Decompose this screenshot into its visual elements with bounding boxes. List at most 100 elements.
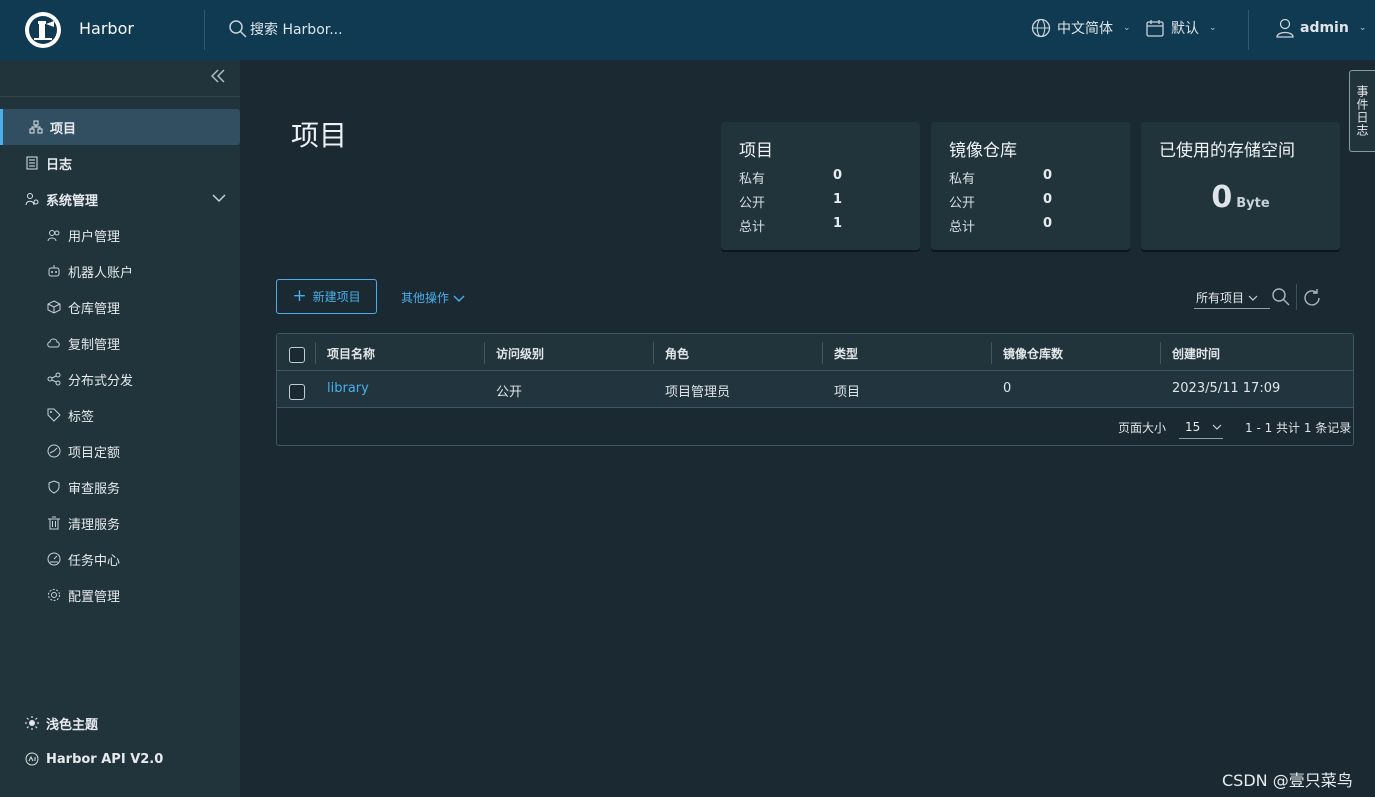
top-header: Harbor 搜索 Harbor... 中文简体 ⌄ 默认 ⌄ admin ⌄ [0, 0, 1375, 60]
harbor-logo-icon[interactable] [24, 11, 62, 49]
users-icon [46, 227, 62, 243]
sidebar-item-projects[interactable]: 项目 [0, 109, 240, 145]
storage-value: 0 Byte [1141, 180, 1340, 215]
column-header[interactable]: 项目名称 [327, 345, 375, 362]
sidebar-item-label: 系统管理 [46, 193, 99, 209]
shield-icon [46, 479, 62, 495]
sidebar-item-label: 项目定额 [68, 445, 121, 461]
language-selector[interactable]: 中文简体 ⌄ [1031, 18, 1131, 38]
sidebar-item-label: 日志 [46, 157, 73, 173]
sun-icon [24, 715, 40, 731]
watermark: CSDN @壹只菜鸟 [1222, 771, 1353, 790]
replication-icon [46, 335, 62, 351]
sidebar-item-label: 清理服务 [68, 517, 121, 533]
card-value: 1 [833, 192, 843, 207]
refresh-icon[interactable] [1302, 287, 1322, 307]
sidebar-item-job-service[interactable]: 任务中心 [0, 541, 240, 577]
select-all-checkbox[interactable] [289, 347, 305, 363]
sidebar-item-label: 标签 [68, 409, 95, 425]
column-header[interactable]: 类型 [834, 345, 858, 362]
sidebar-item-users[interactable]: 用户管理 [0, 217, 240, 253]
collapse-sidebar-button[interactable] [210, 68, 230, 88]
sidebar-item-label: 分布式分发 [68, 373, 134, 389]
global-search[interactable]: 搜索 Harbor... [228, 19, 343, 39]
datetime-format-selector[interactable]: 默认 ⌄ [1145, 18, 1217, 38]
table-cell: 项目管理员 [665, 385, 731, 400]
trash-icon [46, 515, 62, 531]
sidebar-item-label: 项目 [50, 121, 77, 137]
new-project-button[interactable]: + 新建项目 [276, 279, 377, 314]
sidebar-item-label: 任务中心 [68, 553, 121, 569]
row-checkbox[interactable] [289, 384, 305, 400]
table-cell: 项目 [834, 385, 861, 400]
card-label: 总计 [949, 220, 976, 235]
search-icon[interactable] [1271, 287, 1291, 307]
page-size-value: 15 [1185, 419, 1201, 434]
language-label: 中文简体 [1057, 21, 1113, 37]
event-log-drawer-tab[interactable]: 事件日志 [1349, 70, 1375, 152]
theme-toggle[interactable]: 浅色主题 [0, 705, 240, 741]
api-explorer-link[interactable]: Harbor API V2.0 [0, 741, 240, 777]
table-row[interactable]: library 公开 项目管理员 项目 0 2023/5/11 17:09 [277, 371, 1353, 408]
column-header[interactable]: 创建时间 [1172, 345, 1220, 362]
header-divider [204, 10, 205, 50]
tag-icon [46, 407, 62, 423]
storage-unit: Byte [1236, 196, 1270, 211]
card-label: 公开 [739, 196, 766, 211]
new-project-label: 新建项目 [312, 290, 361, 304]
api-icon [24, 751, 40, 767]
sidebar-item-labels[interactable]: 标签 [0, 397, 240, 433]
card-value: 0 [1043, 168, 1053, 183]
storage-number: 0 [1211, 180, 1233, 215]
more-actions-dropdown[interactable]: 其他操作 [401, 289, 465, 306]
page-size-label: 页面大小 [1118, 421, 1167, 435]
plus-icon: + [292, 286, 307, 306]
sidebar-item-label: 审查服务 [68, 481, 121, 497]
card-label: 私有 [949, 172, 976, 187]
projects-table: 项目名称 访问级别 角色 类型 镜像仓库数 创建时间 library 公开 项目… [276, 333, 1354, 446]
chevron-down-icon [212, 194, 226, 203]
card-label: 公开 [949, 196, 976, 211]
sidebar-item-replications[interactable]: 复制管理 [0, 325, 240, 361]
column-separator [1160, 342, 1161, 364]
column-header[interactable]: 镜像仓库数 [1003, 345, 1063, 362]
sidebar-item-registries[interactable]: 仓库管理 [0, 289, 240, 325]
chevron-down-icon [1248, 295, 1258, 301]
sidebar-item-configuration[interactable]: 配置管理 [0, 577, 240, 613]
sidebar-item-label: 机器人账户 [68, 265, 134, 281]
sidebar-item-gc[interactable]: 清理服务 [0, 505, 240, 541]
column-separator [315, 342, 316, 364]
sidebar-item-logs[interactable]: 日志 [0, 145, 240, 181]
card-title: 镜像仓库 [949, 141, 1017, 161]
table-header: 项目名称 访问级别 角色 类型 镜像仓库数 创建时间 [277, 334, 1353, 371]
pagination-summary: 1 - 1 共计 1 条记录 [1245, 421, 1352, 435]
search-input[interactable]: 搜索 Harbor... [250, 19, 343, 39]
admin-icon [24, 191, 40, 207]
column-header[interactable]: 访问级别 [496, 345, 544, 362]
sidebar-item-admin[interactable]: 系统管理 [0, 181, 240, 217]
chevron-down-icon [1212, 424, 1222, 430]
project-filter-select[interactable]: 所有项目 [1194, 287, 1270, 309]
user-icon [1276, 18, 1294, 38]
brand-name[interactable]: Harbor [79, 19, 134, 38]
api-explorer-label: Harbor API V2.0 [46, 751, 164, 767]
dashboard-icon [46, 551, 62, 567]
card-value: 0 [1043, 216, 1053, 231]
column-separator [991, 342, 992, 364]
chevron-down-icon: ⌄ [1358, 23, 1367, 33]
column-header[interactable]: 角色 [665, 345, 689, 362]
project-name-link[interactable]: library [327, 381, 369, 396]
sidebar-item-quotas[interactable]: 项目定额 [0, 433, 240, 469]
table-cell: 公开 [496, 385, 523, 400]
table-cell: 2023/5/11 17:09 [1172, 381, 1281, 396]
user-menu[interactable]: admin ⌄ [1276, 18, 1366, 38]
sidebar-item-interrogation[interactable]: 审查服务 [0, 469, 240, 505]
sidebar-item-label: 仓库管理 [68, 301, 121, 317]
sidebar-item-robot-accounts[interactable]: 机器人账户 [0, 253, 240, 289]
robot-icon [46, 263, 62, 279]
page-size-select[interactable]: 15 [1179, 415, 1223, 439]
card-label: 总计 [739, 220, 766, 235]
sidebar-item-distributions[interactable]: 分布式分发 [0, 361, 240, 397]
gear-icon [46, 587, 62, 603]
card-title: 已使用的存储空间 [1159, 141, 1295, 161]
